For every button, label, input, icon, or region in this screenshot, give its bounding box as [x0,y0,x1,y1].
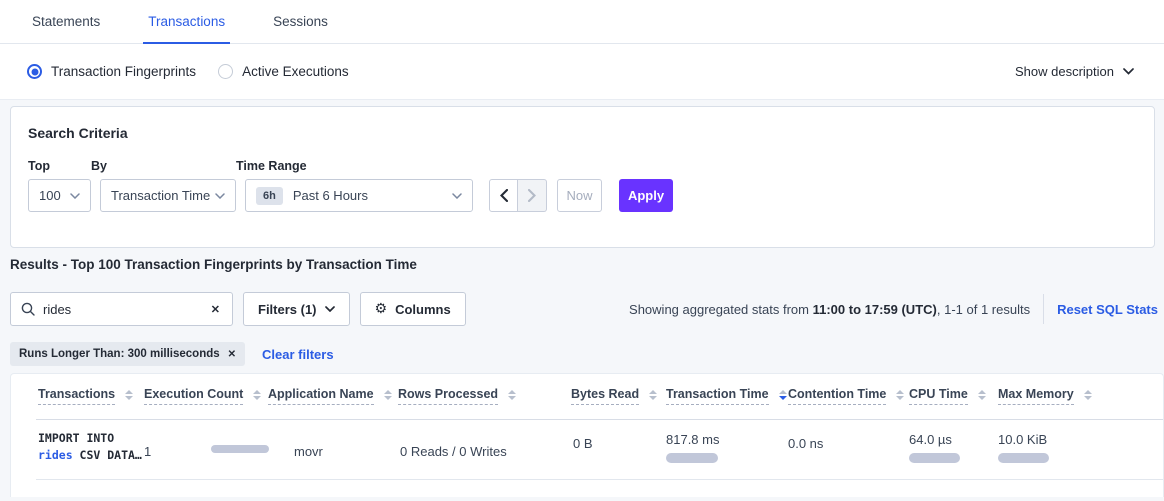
radio-transaction-fingerprints[interactable]: Transaction Fingerprints [27,64,196,79]
filters-button-label: Filters (1) [258,302,317,317]
column-header-rows-processed[interactable]: Rows Processed [398,387,516,405]
column-header-application-name[interactable]: Application Name [268,387,392,405]
tab-statements[interactable]: Statements [27,0,105,43]
columns-button-label: Columns [395,302,451,317]
time-range-select[interactable]: 6h Past 6 Hours [245,179,473,212]
transactions-page: Statements Transactions Sessions Transac… [0,0,1164,501]
sort-icon[interactable] [896,390,904,400]
tab-sessions[interactable]: Sessions [268,0,333,43]
tab-transactions[interactable]: Transactions [143,0,230,43]
view-toggle-bar: Transaction Fingerprints Active Executio… [0,44,1164,100]
time-range-value: Past 6 Hours [293,188,368,203]
top-select-value: 100 [39,188,61,203]
remove-filter-icon[interactable]: ✕ [228,349,236,360]
column-header-cpu-time[interactable]: CPU Time [909,387,986,405]
time-window-arrows [489,179,547,212]
cpu-time-bar [909,453,960,463]
execution-count-bar [211,445,269,453]
vertical-divider [1043,294,1044,324]
filter-chip-label: Runs Longer Than: 300 milliseconds [19,348,220,360]
now-button[interactable]: Now [557,179,602,212]
time-range-label: Time Range [236,159,473,173]
by-field: By Transaction Time [91,159,236,212]
next-time-window-button[interactable] [518,179,547,212]
column-header-max-memory[interactable]: Max Memory [998,387,1092,405]
show-description-label: Show description [1015,64,1114,79]
clear-search-icon[interactable]: ✕ [207,301,224,318]
top-tab-bar: Statements Transactions Sessions [0,0,1164,44]
transaction-time-bar [666,453,718,463]
reset-sql-stats-link[interactable]: Reset SQL Stats [1057,302,1158,317]
column-header-transaction-time[interactable]: Transaction Time [666,387,787,405]
application-name-value: movr [294,444,323,459]
transaction-fingerprint-link[interactable]: IMPORT INTO rides CSV DATA… [38,430,142,464]
sort-icon[interactable] [253,390,261,400]
search-criteria-card: Search Criteria Top 100 By Transaction T… [10,106,1155,248]
by-select-value: Transaction Time [111,188,210,203]
column-header-bytes-read[interactable]: Bytes Read [571,387,657,405]
column-header-contention-time[interactable]: Contention Time [788,387,904,405]
sort-icon[interactable] [649,390,657,400]
aggregated-stats-text: Showing aggregated stats from 11:00 to 1… [629,302,1030,317]
max-memory-value: 10.0 KiB [998,432,1049,447]
clear-filters-link[interactable]: Clear filters [262,347,334,362]
time-range-badge: 6h [256,187,283,205]
sort-icon[interactable] [978,390,986,400]
filter-chip: Runs Longer Than: 300 milliseconds ✕ [10,342,245,366]
contention-time-value: 0.0 ns [788,436,823,451]
show-description-toggle[interactable]: Show description [1015,64,1134,79]
radio-active-executions[interactable]: Active Executions [218,64,349,79]
cpu-time-cell: 64.0 µs [909,432,960,463]
gear-icon: ⚙ [375,302,388,316]
radio-selected-icon [27,64,42,79]
chevron-down-icon [70,193,80,199]
chevron-down-icon [325,306,335,312]
top-field: Top 100 [28,159,91,212]
radio-label: Transaction Fingerprints [51,64,196,79]
header-divider [36,419,1163,420]
time-range-field: Time Range 6h Past 6 Hours [236,159,473,212]
transaction-time-cell: 817.8 ms [666,432,719,463]
results-controls: ✕ Filters (1) ⚙ Columns [10,292,466,326]
chevron-right-icon [528,189,536,202]
chevron-down-icon [1123,68,1134,75]
results-table: Transactions Execution Count Application… [10,373,1164,497]
max-memory-bar [998,453,1049,463]
bytes-read-value: 0 B [573,436,593,451]
top-label: Top [28,159,91,173]
columns-button[interactable]: ⚙ Columns [360,292,466,326]
column-header-transactions[interactable]: Transactions [38,387,133,405]
row-divider [36,479,1163,480]
apply-button[interactable]: Apply [619,179,673,212]
active-filters-row: Runs Longer Than: 300 milliseconds ✕ Cle… [10,342,334,366]
sort-icon[interactable] [125,390,133,400]
rows-processed-value: 0 Reads / 0 Writes [400,444,507,459]
filters-button[interactable]: Filters (1) [243,292,350,326]
sort-desc-icon[interactable] [779,390,787,400]
chevron-down-icon [215,193,225,199]
radio-unselected-icon [218,64,233,79]
sort-icon[interactable] [508,390,516,400]
results-search-box[interactable]: ✕ [10,292,233,326]
by-select[interactable]: Transaction Time [100,179,236,212]
transaction-time-value: 817.8 ms [666,432,719,447]
max-memory-cell: 10.0 KiB [998,432,1049,463]
sort-icon[interactable] [1084,390,1092,400]
aggregated-stats-row: Showing aggregated stats from 11:00 to 1… [629,292,1158,326]
execution-count-value: 1 [144,444,151,459]
by-label: By [91,159,236,173]
chevron-down-icon [452,193,462,199]
results-heading: Results - Top 100 Transaction Fingerprin… [10,257,417,272]
previous-time-window-button[interactable] [489,179,518,212]
chevron-left-icon [500,189,508,202]
search-criteria-title: Search Criteria [28,125,1154,141]
cpu-time-value: 64.0 µs [909,432,960,447]
search-input[interactable] [43,302,207,317]
top-select[interactable]: 100 [28,179,91,212]
radio-label: Active Executions [242,64,349,79]
search-match-highlight: rides [38,448,73,462]
search-icon [21,302,35,316]
column-header-execution-count[interactable]: Execution Count [144,387,261,405]
sort-icon[interactable] [384,390,392,400]
